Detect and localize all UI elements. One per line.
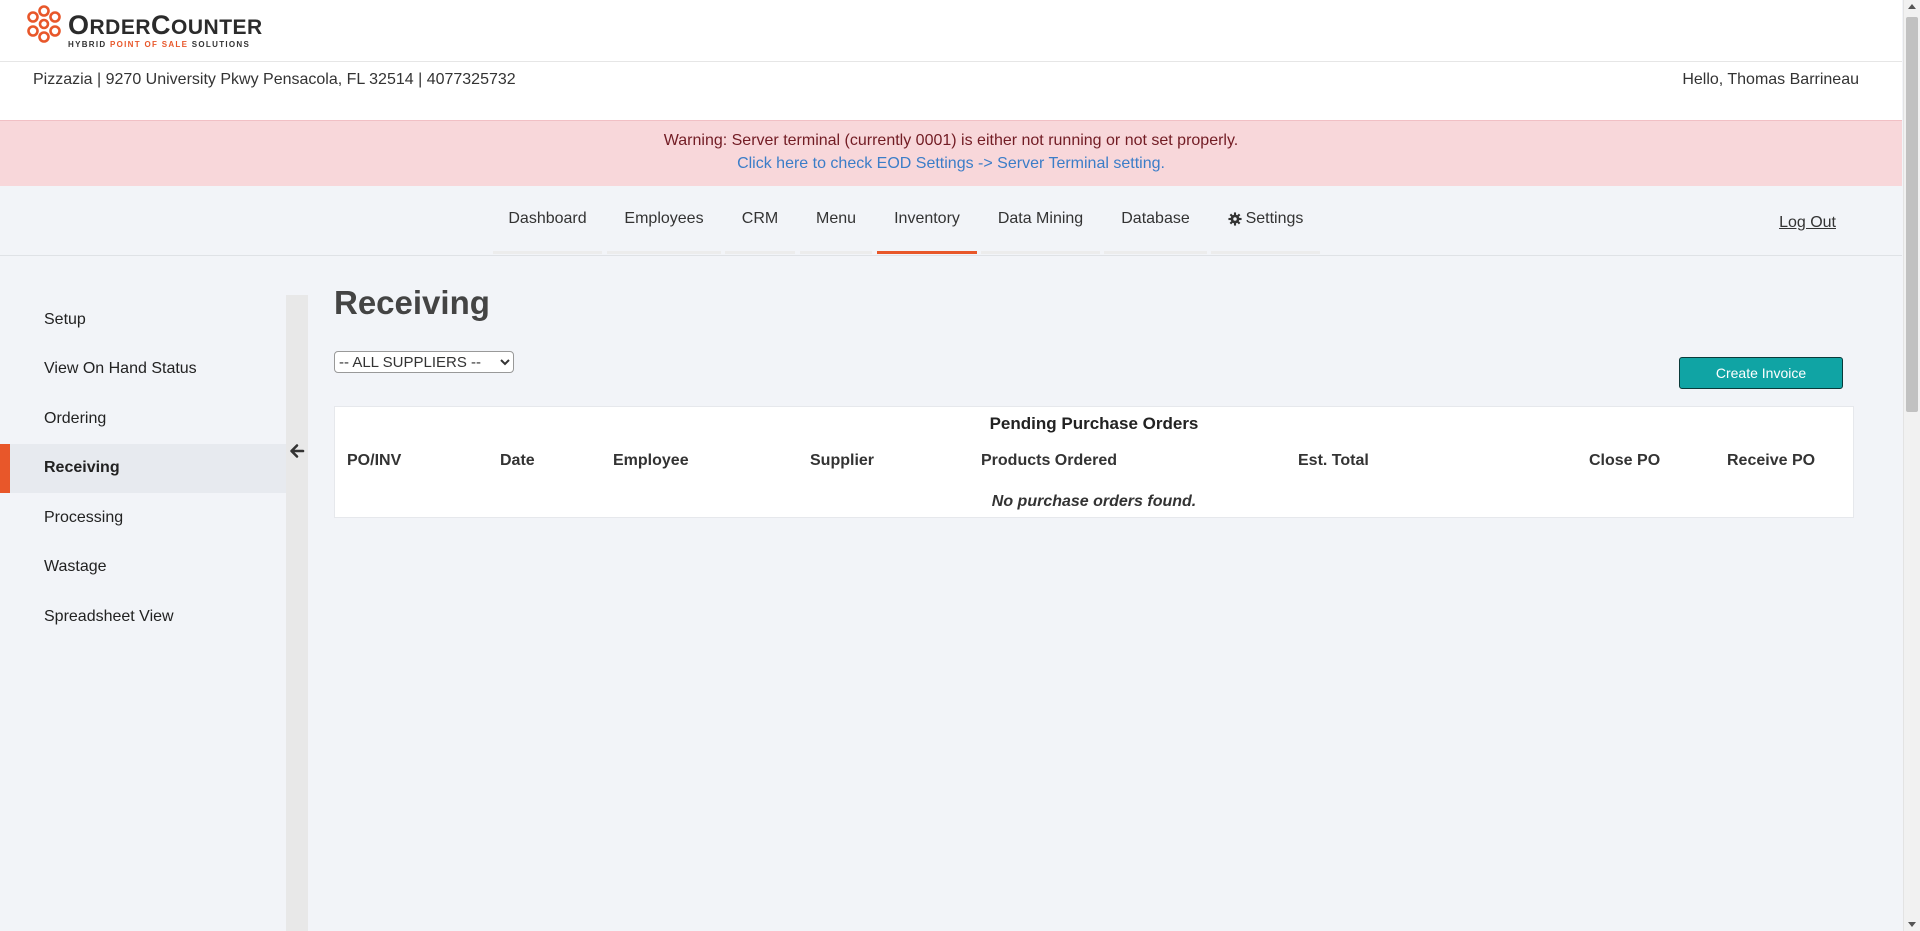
sidebar-item-ordering[interactable]: Ordering (0, 394, 286, 444)
empty-message: No purchase orders found. (991, 493, 1197, 510)
sidebar-item-wastage[interactable]: Wastage (0, 543, 286, 593)
arrow-left-icon[interactable] (287, 441, 307, 461)
column-header-date: Date (500, 452, 535, 469)
top-header: ORDERCOUNTER HYBRID POINT OF SALE SOLUTI… (0, 0, 1902, 62)
logo-mark-icon (27, 5, 61, 43)
pending-po-table: Pending Purchase Orders PO/INV Date Empl… (334, 406, 1854, 518)
column-header-products-ordered: Products Ordered (981, 452, 1118, 469)
gear-icon (1228, 211, 1242, 226)
store-info: Pizzazia | 9270 University Pkwy Pensacol… (33, 71, 516, 88)
supplier-filter-select[interactable]: -- ALL SUPPLIERS -- (334, 351, 514, 373)
column-header-receive-po: Receive PO (1727, 452, 1816, 469)
warning-alert: Warning: Server terminal (currently 0001… (0, 120, 1902, 187)
user-greeting: Hello, Thomas Barrineau (1682, 71, 1859, 88)
nav-settings-label: Settings (1245, 209, 1304, 227)
sidebar-item-processing[interactable]: Processing (0, 493, 286, 543)
page-scrollbar[interactable] (1903, 0, 1920, 931)
table-title: Pending Purchase Orders (989, 414, 1199, 433)
nav-menu[interactable]: Menu (800, 186, 872, 254)
main-nav: Dashboard Employees CRM Menu Inventory D… (0, 186, 1902, 256)
sidebar-item-view-on-hand-status[interactable]: View On Hand Status (0, 345, 286, 395)
logout-link[interactable]: Log Out (1779, 214, 1836, 232)
create-invoice-button[interactable]: Create Invoice (1679, 357, 1843, 389)
sidebar-item-setup[interactable]: Setup (0, 295, 286, 345)
nav-inventory[interactable]: Inventory (877, 186, 977, 254)
nav-database[interactable]: Database (1104, 186, 1207, 254)
page-title: Receiving (334, 284, 490, 321)
nav-crm[interactable]: CRM (725, 186, 795, 254)
warning-message: Warning: Server terminal (currently 0001… (663, 132, 1239, 149)
nav-employees[interactable]: Employees (607, 186, 721, 254)
scroll-up-arrow-icon[interactable] (1908, 4, 1916, 9)
column-header-po-inv: PO/INV (347, 452, 402, 469)
sidebar-item-spreadsheet-view[interactable]: Spreadsheet View (0, 592, 286, 642)
column-header-employee: Employee (613, 452, 689, 469)
ordercounter-logo[interactable]: ORDERCOUNTER HYBRID POINT OF SALE SOLUTI… (24, 4, 264, 52)
nav-data-mining[interactable]: Data Mining (981, 186, 1100, 254)
nav-dashboard[interactable]: Dashboard (493, 186, 602, 254)
eod-settings-link[interactable]: Click here to check EOD Settings -> Serv… (0, 155, 1902, 173)
column-header-close-po: Close PO (1589, 452, 1661, 469)
column-header-supplier: Supplier (810, 452, 875, 469)
logo-wordmark: ORDERCOUNTER (68, 10, 263, 40)
nav-settings[interactable]: Settings (1211, 186, 1320, 254)
sidebar-collapse-bar[interactable] (286, 295, 308, 931)
logo-tagline: HYBRID POINT OF SALE SOLUTIONS (68, 40, 251, 49)
column-header-est-total: Est. Total (1298, 452, 1369, 469)
inventory-sidebar: Setup View On Hand Status Ordering Recei… (0, 295, 286, 642)
sidebar-item-receiving[interactable]: Receiving (0, 443, 286, 493)
store-info-bar: Pizzazia | 9270 University Pkwy Pensacol… (0, 62, 1902, 120)
scrollbar-thumb[interactable] (1906, 17, 1918, 412)
scroll-down-arrow-icon[interactable] (1908, 922, 1916, 927)
